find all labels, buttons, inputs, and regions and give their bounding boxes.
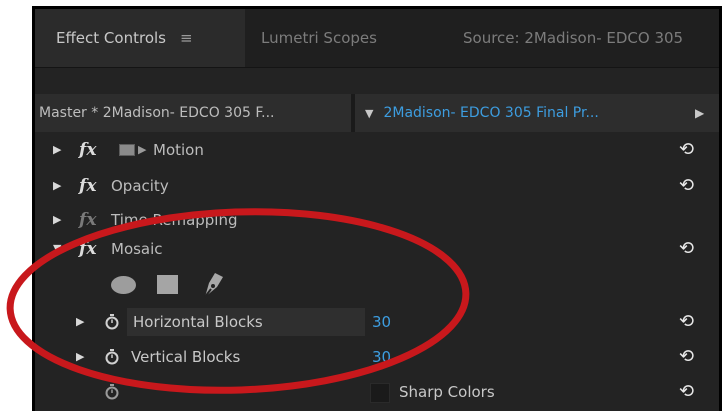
reset-icon[interactable]: ⟲ bbox=[679, 169, 694, 203]
tab-lumetri-scopes[interactable]: Lumetri Scopes bbox=[261, 9, 377, 67]
mask-tools-row bbox=[35, 265, 719, 305]
param-value-vertical-blocks[interactable]: 30 bbox=[372, 340, 391, 374]
fx-icon[interactable]: fx bbox=[79, 232, 96, 266]
motion-transform-icon[interactable] bbox=[119, 144, 135, 156]
effect-row-motion[interactable]: ▶ fx ▶ Motion ⟲ bbox=[35, 133, 719, 167]
stopwatch-icon[interactable] bbox=[105, 314, 119, 330]
reset-icon[interactable]: ⟲ bbox=[679, 133, 694, 167]
effect-name-mosaic: Mosaic bbox=[111, 240, 163, 258]
sharp-colors-label: Sharp Colors bbox=[399, 383, 495, 401]
rectangle-mask-icon[interactable] bbox=[157, 275, 178, 294]
ellipse-mask-icon[interactable] bbox=[111, 276, 136, 294]
sequence-clip-dropdown[interactable]: ▼ 2Madison- EDCO 305 Final Pr... bbox=[365, 94, 685, 132]
twirl-right-icon[interactable]: ▶ bbox=[53, 169, 61, 203]
stopwatch-icon bbox=[105, 384, 119, 400]
sharp-colors-checkbox[interactable] bbox=[370, 383, 390, 403]
pen-mask-icon[interactable] bbox=[199, 269, 225, 299]
param-name-horizontal-blocks: Horizontal Blocks bbox=[127, 308, 365, 336]
effect-name-opacity: Opacity bbox=[111, 177, 169, 195]
fx-icon[interactable]: fx bbox=[79, 169, 96, 203]
reset-icon[interactable]: ⟲ bbox=[679, 340, 694, 374]
reset-icon[interactable]: ⟲ bbox=[679, 232, 694, 266]
chevron-down-icon: ▼ bbox=[365, 107, 374, 120]
fx-icon[interactable]: fx bbox=[79, 133, 96, 167]
effect-name-motion: Motion bbox=[153, 141, 204, 159]
tab-source[interactable]: Source: 2Madison- EDCO 305 bbox=[463, 9, 683, 67]
param-row-sharp-colors[interactable]: Sharp Colors ⟲ bbox=[35, 375, 719, 409]
clip-divider bbox=[351, 94, 355, 132]
tab-effect-controls[interactable]: Effect Controls ≡ bbox=[35, 9, 245, 67]
twirl-right-icon[interactable]: ▶ bbox=[76, 340, 84, 374]
reset-icon[interactable]: ⟲ bbox=[679, 305, 694, 339]
master-clip-label[interactable]: Master * 2Madison- EDCO 305 F... bbox=[35, 94, 351, 132]
twirl-down-icon[interactable]: ▼ bbox=[53, 232, 61, 266]
tab-lumetri-scopes-label: Lumetri Scopes bbox=[261, 29, 377, 47]
stopwatch-icon[interactable] bbox=[105, 349, 119, 365]
param-value-horizontal-blocks[interactable]: 30 bbox=[372, 305, 391, 339]
twirl-right-icon[interactable]: ▶ bbox=[76, 305, 84, 339]
motion-play-icon: ▶ bbox=[138, 143, 147, 156]
param-row-horizontal-blocks[interactable]: ▶ Horizontal Blocks 30 ⟲ bbox=[35, 305, 719, 339]
reset-icon[interactable]: ⟲ bbox=[679, 375, 694, 409]
clip-selector-row: Master * 2Madison- EDCO 305 F... ▼ 2Madis… bbox=[35, 94, 719, 132]
sequence-clip-label: 2Madison- EDCO 305 Final Pr... bbox=[383, 105, 599, 121]
effect-row-mosaic[interactable]: ▼ fx Mosaic ⟲ bbox=[35, 232, 719, 266]
tab-source-label: Source: 2Madison- EDCO 305 bbox=[463, 29, 684, 47]
effect-controls-frame: Effect Controls ≡ Lumetri Scopes Source: … bbox=[32, 6, 722, 411]
param-name-vertical-blocks: Vertical Blocks bbox=[131, 348, 241, 366]
panel-tab-bar: Effect Controls ≡ Lumetri Scopes Source: … bbox=[35, 9, 719, 68]
param-row-vertical-blocks[interactable]: ▶ Vertical Blocks 30 ⟲ bbox=[35, 340, 719, 374]
effect-controls-panel: Effect Controls ≡ Lumetri Scopes Source: … bbox=[35, 9, 719, 411]
tab-effect-controls-label: Effect Controls bbox=[56, 29, 166, 47]
panel-menu-icon[interactable]: ≡ bbox=[180, 29, 193, 47]
expand-timeline-icon[interactable]: ▶ bbox=[695, 94, 704, 132]
twirl-right-icon[interactable]: ▶ bbox=[53, 133, 61, 167]
effect-row-opacity[interactable]: ▶ fx Opacity ⟲ bbox=[35, 169, 719, 203]
